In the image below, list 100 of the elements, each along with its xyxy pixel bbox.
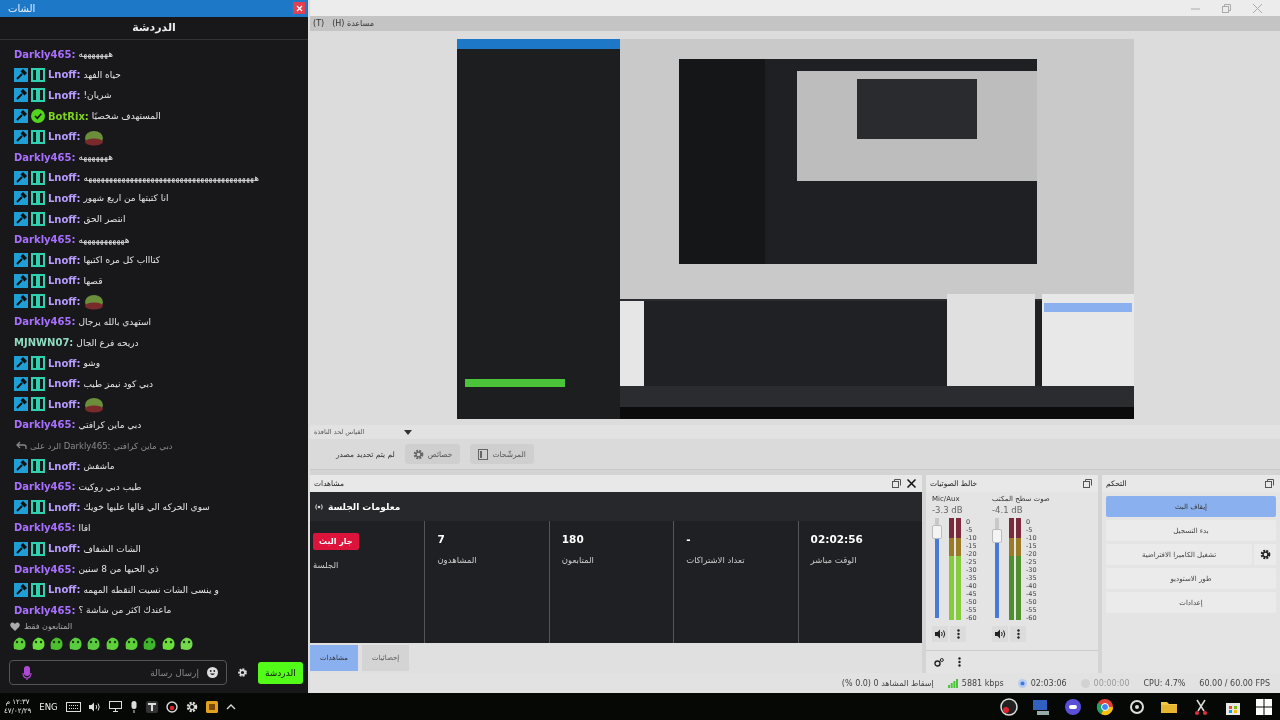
- tray-app-icon[interactable]: [145, 700, 158, 713]
- emote-icon[interactable]: [104, 636, 120, 651]
- slider-thumb[interactable]: [992, 529, 1002, 543]
- heart-icon: [10, 622, 20, 632]
- emote-icon: [83, 395, 106, 414]
- chat-username[interactable]: Darkly465:: [14, 481, 76, 493]
- emote-icon[interactable]: [160, 636, 176, 651]
- volume-icon[interactable]: [88, 701, 101, 712]
- float-icon[interactable]: [1265, 479, 1274, 488]
- chat-header: الدردشة: [0, 16, 308, 40]
- message-input-field[interactable]: إرسال رسالة: [38, 666, 201, 679]
- chat-message: و ينسى الشات نسيت النقطه المهمه: [83, 584, 219, 595]
- chat-message: الشات الشفاف: [83, 543, 141, 554]
- chat-username[interactable]: Lnoff:: [48, 460, 81, 472]
- more-button[interactable]: [1010, 626, 1026, 642]
- message-box[interactable]: إرسال رسالة: [9, 660, 227, 685]
- chat-username[interactable]: Lnoff:: [48, 275, 81, 287]
- chat-username[interactable]: MJNWN07:: [14, 337, 74, 349]
- chat-message: وشو: [83, 358, 100, 369]
- chat-message: ذي الحيها من 8 سنين: [78, 564, 159, 575]
- chat-username[interactable]: Lnoff:: [48, 192, 81, 204]
- speaker-icon: [934, 629, 946, 639]
- emote-icon[interactable]: [67, 636, 83, 651]
- tray-app-icon[interactable]: [205, 700, 218, 713]
- caret-icon: [404, 429, 413, 435]
- chat-username[interactable]: Darkly465:: [14, 234, 76, 246]
- settings-icon[interactable]: [934, 657, 944, 667]
- stat-label: المشاهدون: [437, 555, 477, 565]
- float-icon[interactable]: [892, 479, 901, 488]
- chat-username[interactable]: Lnoff:: [48, 213, 81, 225]
- menu-item[interactable]: (T): [313, 19, 325, 28]
- record-icon[interactable]: [165, 700, 178, 713]
- volume-slider[interactable]: [995, 518, 999, 618]
- scissors-app-icon[interactable]: [1192, 697, 1210, 716]
- emote-icon[interactable]: [123, 636, 139, 651]
- chat-username[interactable]: BotRix:: [48, 110, 89, 122]
- emoji-icon[interactable]: [207, 667, 218, 678]
- chat-username[interactable]: Darkly465:: [14, 522, 76, 534]
- menu-item[interactable]: مساعدة (H): [332, 19, 374, 28]
- gamepad-app-icon[interactable]: [1064, 697, 1082, 716]
- status-text: CPU: 4.7%: [1143, 678, 1186, 688]
- volume-button[interactable]: [992, 626, 1008, 642]
- chat-username[interactable]: Darkly465:: [14, 151, 76, 163]
- chat-username[interactable]: Lnoff:: [48, 398, 81, 410]
- chat-username[interactable]: Lnoff:: [48, 69, 81, 81]
- volume-reading: -4.1 dB: [992, 505, 1024, 515]
- chat-username[interactable]: Darkly465:: [14, 419, 76, 431]
- chat-username[interactable]: Lnoff:: [48, 131, 81, 143]
- chat-username[interactable]: Darkly465:: [14, 604, 76, 616]
- chat-username[interactable]: Lnoff:: [48, 89, 81, 101]
- reply-icon: [16, 441, 27, 451]
- language-indicator[interactable]: ENG: [39, 701, 58, 712]
- chat-username[interactable]: Lnoff:: [48, 584, 81, 596]
- windows-start-icon[interactable]: [1256, 698, 1272, 715]
- chevron-up-icon[interactable]: [225, 703, 236, 710]
- stat-label: المتابعون: [561, 555, 594, 565]
- emote-icon[interactable]: [179, 636, 195, 651]
- chat-username[interactable]: Lnoff:: [48, 172, 81, 184]
- emote-icon[interactable]: [86, 636, 102, 651]
- recording-app-icon[interactable]: [1000, 697, 1018, 716]
- chat-username[interactable]: Lnoff:: [48, 501, 81, 513]
- keyboard-icon[interactable]: [65, 701, 81, 712]
- volume-slider[interactable]: [935, 518, 939, 618]
- chat-message: كتاااب كل مره اكتبها: [83, 255, 160, 266]
- steering-wheel-app-icon[interactable]: [1128, 697, 1146, 716]
- status-text: 60.00 / 60.00 FPS: [1199, 678, 1270, 688]
- emote-icon[interactable]: [12, 636, 27, 651]
- settings-icon[interactable]: [237, 667, 248, 678]
- chat-username[interactable]: Lnoff:: [48, 543, 81, 554]
- volume-button[interactable]: [932, 626, 948, 642]
- chat-button[interactable]: الدردشة: [258, 661, 303, 684]
- chat-message: سوي الحركه الي قالها عليها خويك: [83, 502, 210, 513]
- more-icon[interactable]: [958, 657, 961, 667]
- emote-icon[interactable]: [30, 636, 46, 651]
- chat-username[interactable]: Darkly465:: [14, 48, 76, 60]
- chat-username[interactable]: Lnoff:: [48, 254, 81, 266]
- live-badge: جار البث: [312, 533, 359, 550]
- close-button[interactable]: [293, 2, 305, 15]
- broadcast-icon: [314, 502, 324, 511]
- emote-icon[interactable]: [142, 636, 158, 651]
- chat-username[interactable]: Darkly465:: [14, 316, 76, 328]
- stat-label: الجلسة: [312, 560, 339, 570]
- chat-message: قصها: [83, 275, 103, 286]
- computer-app-icon[interactable]: [1032, 697, 1050, 716]
- gear-icon[interactable]: [185, 700, 198, 713]
- float-icon[interactable]: [1083, 479, 1092, 488]
- microphone-icon[interactable]: [129, 700, 138, 713]
- close-icon[interactable]: [907, 479, 916, 488]
- emote-icon[interactable]: [49, 636, 65, 651]
- chat-message: ماعندك اكثر من شاشة ؟: [78, 605, 172, 616]
- stat-value: 02:02:56: [810, 533, 863, 545]
- chat-username[interactable]: Lnoff:: [48, 378, 81, 390]
- chat-username[interactable]: Lnoff:: [48, 357, 81, 369]
- chat-username[interactable]: Darkly465:: [14, 563, 76, 575]
- chat-username[interactable]: Lnoff:: [48, 295, 81, 307]
- browser-app-icon[interactable]: [1096, 697, 1114, 716]
- settings-button[interactable]: [1254, 544, 1276, 565]
- network-icon[interactable]: [108, 701, 122, 712]
- slider-thumb[interactable]: [932, 525, 942, 539]
- more-button[interactable]: [950, 626, 966, 642]
